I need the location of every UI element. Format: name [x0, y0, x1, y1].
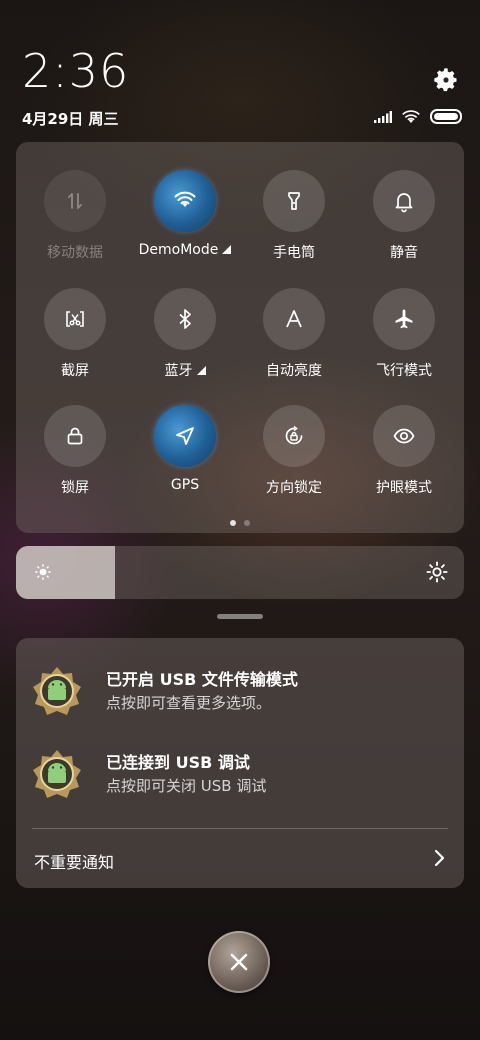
- close-icon: [230, 953, 248, 971]
- clock: 2:36: [22, 44, 130, 98]
- status-icons: [374, 109, 462, 124]
- screenshot-icon: [66, 311, 84, 327]
- notification-subtitle: 点按即可查看更多选项。: [106, 694, 272, 712]
- tile-auto-brightness[interactable]: 自动亮度: [239, 288, 349, 380]
- tile-toggle[interactable]: [44, 170, 106, 232]
- tile-toggle[interactable]: [263, 170, 325, 232]
- brightness-low-icon: [35, 564, 51, 580]
- chevron-right-icon[interactable]: [434, 849, 446, 867]
- tile-flashlight[interactable]: 手电筒: [239, 170, 349, 262]
- auto-brightness-icon: [286, 310, 302, 328]
- tile-label: GPS: [170, 477, 200, 493]
- tile-label: 自动亮度: [266, 363, 322, 379]
- tile-label: 移动数据: [47, 245, 103, 261]
- brightness-slider[interactable]: [16, 546, 464, 599]
- location-icon: [176, 427, 194, 445]
- page-indicator: [16, 520, 464, 526]
- expand-triangle-icon: [196, 366, 206, 375]
- tile-label: 截屏: [61, 363, 89, 379]
- divider: [32, 828, 448, 829]
- tile-screenshot[interactable]: 截屏: [20, 288, 130, 380]
- tile-eye[interactable]: 护眼模式: [349, 405, 459, 497]
- tile-bluetooth[interactable]: 蓝牙: [130, 288, 240, 380]
- wifi-icon: [402, 109, 420, 123]
- notification-usb-transfer[interactable]: 已开启 USB 文件传输模式 点按即可查看更多选项。: [32, 664, 452, 718]
- android-badge-icon: [33, 667, 81, 715]
- unimportant-notifications-link[interactable]: 不重要通知: [34, 849, 114, 873]
- tile-label: DemoMode: [130, 242, 240, 258]
- tile-toggle[interactable]: [154, 405, 216, 467]
- tile-bell[interactable]: 静音: [349, 170, 459, 262]
- tile-location[interactable]: GPS: [130, 405, 240, 493]
- flashlight-icon: [288, 192, 300, 210]
- tile-lock[interactable]: 锁屏: [20, 405, 130, 497]
- tile-label: 方向锁定: [266, 480, 322, 496]
- brightness-high-icon: [426, 561, 448, 583]
- tile-toggle[interactable]: [44, 405, 106, 467]
- android-badge-icon: [33, 750, 81, 798]
- tile-toggle[interactable]: [373, 405, 435, 467]
- brightness-fill: [16, 546, 115, 599]
- signal-icon: [374, 110, 392, 123]
- rotation-lock-icon: [285, 425, 303, 445]
- tile-label: 蓝牙: [130, 360, 240, 380]
- tile-toggle[interactable]: [263, 405, 325, 467]
- notification-title: 已连接到 USB 调试: [106, 753, 250, 772]
- lock-icon: [67, 427, 83, 445]
- tile-toggle[interactable]: [263, 288, 325, 350]
- tile-toggle[interactable]: [373, 288, 435, 350]
- notification-title: 已开启 USB 文件传输模式: [106, 670, 298, 689]
- tile-label: 静音: [390, 245, 418, 261]
- gear-icon[interactable]: [432, 66, 460, 94]
- tile-toggle[interactable]: [44, 288, 106, 350]
- tile-toggle[interactable]: [154, 288, 216, 350]
- tile-airplane[interactable]: 飞行模式: [349, 288, 459, 380]
- quick-settings-panel: 移动数据 DemoMode 手电筒 静音截屏 蓝牙 自动亮度 飞行模式锁屏 GPS 方向锁定 护眼…: [16, 142, 464, 533]
- eye-icon: [393, 428, 415, 444]
- tile-label: 手电筒: [273, 245, 315, 261]
- battery-icon: [430, 109, 462, 124]
- clear-notifications-button[interactable]: [208, 931, 270, 993]
- expand-triangle-icon: [222, 245, 232, 254]
- tile-wifi[interactable]: DemoMode: [130, 170, 240, 258]
- bluetooth-icon: [179, 309, 191, 329]
- notification-usb-debug[interactable]: 已连接到 USB 调试 点按即可关闭 USB 调试: [32, 747, 452, 801]
- date: 4月29日 周三: [22, 110, 119, 128]
- bell-icon: [395, 193, 413, 213]
- tile-toggle[interactable]: [154, 170, 216, 232]
- notification-panel: 已开启 USB 文件传输模式 点按即可查看更多选项。 已连接到 USB 调试 点…: [16, 638, 464, 888]
- mobile-data-icon: [68, 193, 82, 209]
- tile-toggle[interactable]: [373, 170, 435, 232]
- tile-label: 飞行模式: [376, 363, 432, 379]
- tile-label: 锁屏: [61, 480, 89, 496]
- tile-rotation-lock[interactable]: 方向锁定: [239, 405, 349, 497]
- page-dot-2: [244, 520, 250, 526]
- notification-subtitle: 点按即可关闭 USB 调试: [106, 777, 267, 795]
- drag-handle[interactable]: [217, 614, 263, 619]
- tile-label: 护眼模式: [376, 480, 432, 496]
- tile-mobile-data[interactable]: 移动数据: [20, 170, 130, 262]
- airplane-icon: [395, 309, 413, 329]
- page-dot-1: [230, 520, 236, 526]
- wifi-icon: [174, 191, 196, 207]
